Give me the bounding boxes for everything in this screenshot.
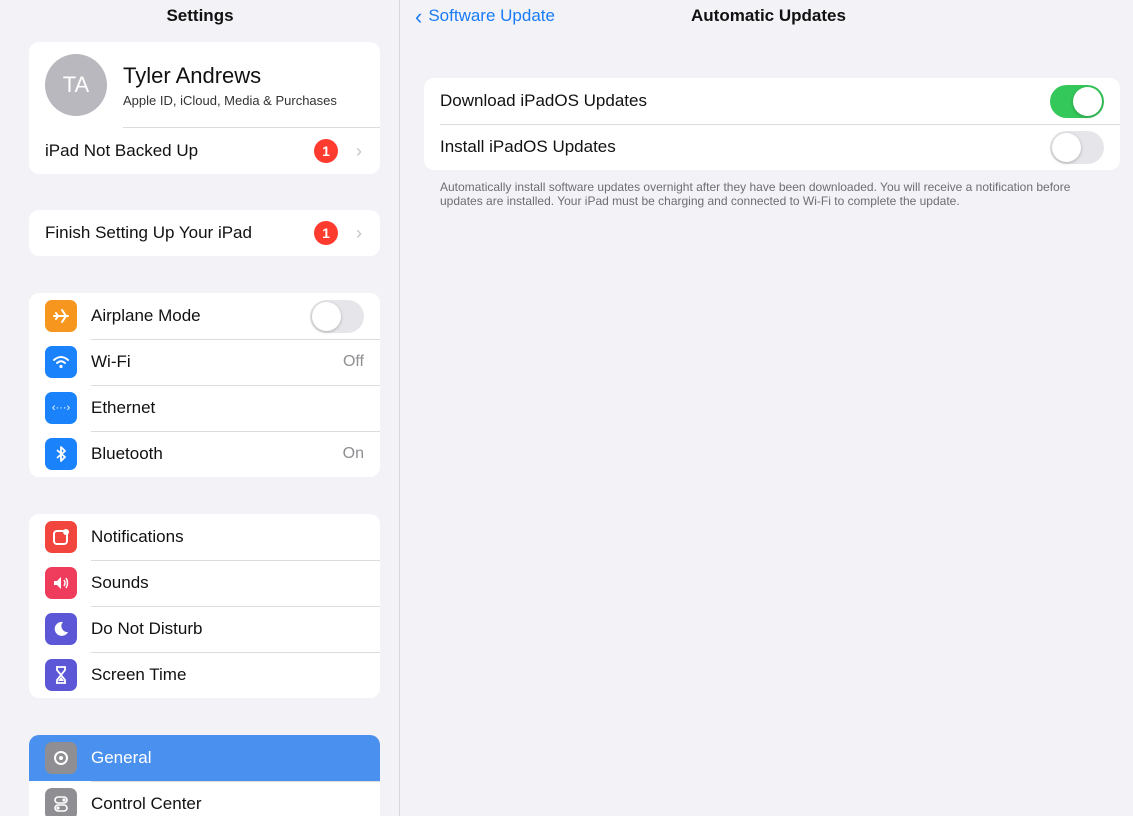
sidebar-item-label: Screen Time (91, 665, 187, 684)
avatar: TA (45, 54, 107, 116)
sidebar-item-notifications[interactable]: Notifications (29, 514, 380, 560)
sidebar-item-label: Bluetooth (91, 444, 163, 463)
bluetooth-status: On (342, 445, 364, 462)
sidebar-item-label: Wi-Fi (91, 352, 131, 371)
bluetooth-icon (45, 438, 77, 470)
sidebar-item-wifi[interactable]: Wi-Fi Off (29, 339, 380, 385)
download-updates-toggle[interactable] (1050, 84, 1104, 118)
auto-update-footnote: Automatically install software updates o… (440, 180, 1071, 208)
sidebar-item-label: Airplane Mode (91, 306, 201, 325)
backup-badge: 1 (314, 139, 338, 163)
finish-setup-label: Finish Setting Up Your iPad (45, 223, 252, 242)
sidebar-item-label: Sounds (91, 573, 149, 592)
profile-card[interactable]: TA Tyler Andrews Apple ID, iCloud, Media… (29, 42, 380, 128)
sidebar-title: Settings (166, 6, 234, 25)
sounds-icon (45, 567, 77, 599)
sidebar-item-control-center[interactable]: Control Center (29, 781, 380, 816)
sidebar-item-label: Control Center (91, 794, 202, 813)
back-button[interactable]: ‹ Software Update (415, 3, 555, 29)
sidebar-item-label: Ethernet (91, 398, 156, 417)
profile-subtitle: Apple ID, iCloud, Media & Purchases (123, 92, 337, 108)
sidebar-item-bluetooth[interactable]: Bluetooth On (29, 431, 380, 477)
setup-badge: 1 (314, 221, 338, 245)
gear-icon (45, 742, 77, 774)
moon-icon (45, 613, 77, 645)
airplane-mode-toggle[interactable] (310, 299, 364, 333)
ethernet-icon: ‹···› (45, 392, 77, 424)
hourglass-icon (45, 659, 77, 691)
backup-warning-row[interactable]: iPad Not Backed Up 1 › (29, 128, 380, 174)
alerts-group: Notifications Sounds Do Not Disturb Scre… (29, 514, 380, 698)
install-updates-toggle[interactable] (1050, 130, 1104, 164)
backup-warning-label: iPad Not Backed Up (45, 141, 199, 160)
chevron-left-icon: ‹ (415, 3, 423, 29)
setup-group: Finish Setting Up Your iPad 1 › (29, 210, 380, 256)
wifi-icon (45, 346, 77, 378)
sidebar-item-label: General (91, 748, 152, 767)
sidebar-item-screen-time[interactable]: Screen Time (29, 652, 380, 698)
chevron-right-icon: › (356, 140, 362, 161)
wifi-status: Off (342, 353, 364, 370)
system-group: General Control Center (29, 735, 380, 816)
profile-name: Tyler Andrews (123, 62, 262, 88)
sidebar-item-do-not-disturb[interactable]: Do Not Disturb (29, 606, 380, 652)
page-title: Automatic Updates (691, 6, 846, 25)
install-updates-label: Install iPadOS Updates (440, 137, 616, 156)
auto-update-options: Download iPadOS Updates Install iPadOS U… (424, 78, 1120, 170)
airplane-icon (45, 300, 77, 332)
install-updates-row: Install iPadOS Updates (424, 124, 1120, 170)
notifications-icon (45, 521, 77, 553)
finish-setup-row[interactable]: Finish Setting Up Your iPad 1 › (29, 210, 380, 256)
control-center-icon (45, 788, 77, 816)
settings-sidebar: Settings TA Tyler Andrews Apple ID, iClo… (0, 0, 400, 816)
sidebar-item-airplane-mode[interactable]: Airplane Mode (29, 293, 380, 339)
profile-group: TA Tyler Andrews Apple ID, iCloud, Media… (29, 42, 380, 174)
sidebar-item-label: Notifications (91, 527, 184, 546)
network-group: Airplane Mode Wi-Fi Off ‹···› Ethernet B… (29, 293, 380, 477)
sidebar-item-general[interactable]: General (29, 735, 380, 781)
download-updates-label: Download iPadOS Updates (440, 91, 647, 110)
sidebar-item-sounds[interactable]: Sounds (29, 560, 380, 606)
sidebar-item-label: Do Not Disturb (91, 619, 203, 638)
chevron-right-icon: › (356, 222, 362, 243)
back-label: Software Update (428, 6, 555, 25)
sidebar-item-ethernet[interactable]: ‹···› Ethernet (29, 385, 380, 431)
download-updates-row: Download iPadOS Updates (424, 78, 1120, 124)
detail-pane: ‹ Software Update Automatic Updates Down… (401, 0, 1133, 816)
